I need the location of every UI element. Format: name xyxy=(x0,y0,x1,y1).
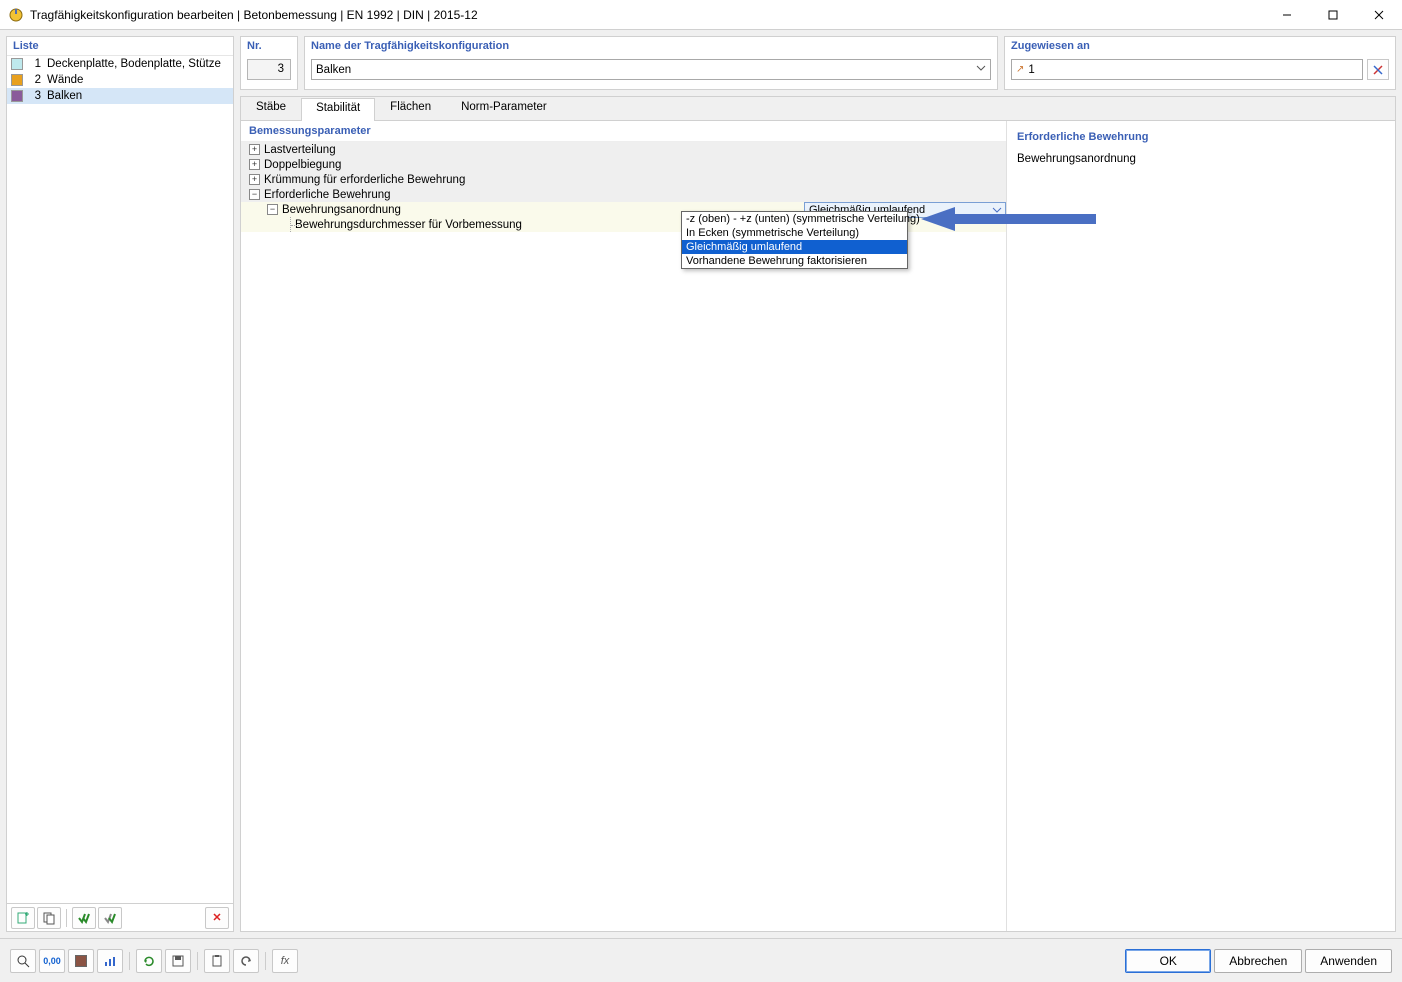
app-icon xyxy=(8,7,24,23)
list-body: 1 Deckenplatte, Bodenplatte, Stütze 2 Wä… xyxy=(7,56,233,903)
dropdown-popup[interactable]: -z (oben) - +z (unten) (symmetrische Ver… xyxy=(681,211,908,269)
list-item-label: Wände xyxy=(47,74,83,86)
body-area: Liste 1 Deckenplatte, Bodenplatte, Stütz… xyxy=(0,30,1402,938)
member-icon: ↗ xyxy=(1016,64,1024,75)
color-swatch-button[interactable] xyxy=(68,949,94,973)
side-header: Erforderliche Bewehrung xyxy=(1017,127,1385,147)
color-swatch xyxy=(11,90,23,102)
list-item-num: 2 xyxy=(27,74,41,86)
save-button[interactable] xyxy=(165,949,191,973)
copy-button[interactable] xyxy=(37,907,61,929)
tree-label: Krümmung für erforderliche Bewehrung xyxy=(264,174,465,186)
left-panel: Liste 1 Deckenplatte, Bodenplatte, Stütz… xyxy=(6,36,234,932)
side-text: Bewehrungsanordnung xyxy=(1017,147,1385,171)
tree-label: Lastverteilung xyxy=(264,144,336,156)
name-combo[interactable]: Balken xyxy=(311,59,991,80)
minimize-button[interactable] xyxy=(1264,0,1310,30)
list-item[interactable]: 1 Deckenplatte, Bodenplatte, Stütze xyxy=(7,56,233,72)
main-box: StäbeStabilitätFlächenNorm-Parameter Bem… xyxy=(240,96,1396,932)
tree-row[interactable]: −Erforderliche Bewehrung xyxy=(241,187,1006,202)
dropdown-item[interactable]: In Ecken (symmetrische Verteilung) xyxy=(682,226,907,240)
dropdown-item[interactable]: Vorhandene Bewehrung faktorisieren xyxy=(682,254,907,268)
top-row: Nr. 3 Name der Tragfähigkeitskonfigurati… xyxy=(240,36,1396,90)
tree-row[interactable]: + Doppelbiegung xyxy=(241,157,1006,172)
tabs: StäbeStabilitätFlächenNorm-Parameter xyxy=(241,97,1395,121)
tree-row[interactable]: + Lastverteilung xyxy=(241,142,1006,157)
tree-toggle[interactable]: − xyxy=(267,204,278,215)
tree-toggle[interactable]: + xyxy=(249,159,260,170)
name-box: Name der Tragfähigkeitskonfiguration Bal… xyxy=(304,36,998,90)
window-buttons xyxy=(1264,0,1402,30)
close-button[interactable] xyxy=(1356,0,1402,30)
list-item-label: Balken xyxy=(47,90,82,102)
color-swatch xyxy=(11,58,23,70)
function-button[interactable]: fx xyxy=(272,949,298,973)
chevron-down-icon xyxy=(976,63,986,76)
color-swatch xyxy=(11,74,23,86)
tree-label: Erforderliche Bewehrung xyxy=(264,189,391,201)
tab-flächen[interactable]: Flächen xyxy=(375,97,446,120)
assign-label: Zugewiesen an xyxy=(1005,37,1395,52)
tree-label: Bewehrungsdurchmesser für Vorbemessung xyxy=(295,219,522,231)
tab-stabilität[interactable]: Stabilität xyxy=(301,98,375,121)
name-label: Name der Tragfähigkeitskonfiguration xyxy=(305,37,997,52)
cancel-button[interactable]: Abbrechen xyxy=(1214,949,1302,973)
params-header: Bemessungsparameter xyxy=(241,121,1006,142)
tree-toggle[interactable]: − xyxy=(249,189,260,200)
pick-button[interactable] xyxy=(1367,59,1389,80)
titlebar: Tragfähigkeitskonfiguration bearbeiten |… xyxy=(0,0,1402,30)
new-button[interactable] xyxy=(11,907,35,929)
right-panel: Nr. 3 Name der Tragfähigkeitskonfigurati… xyxy=(240,36,1396,932)
assign-box: Zugewiesen an ↗ 1 xyxy=(1004,36,1396,90)
list-header: Liste xyxy=(7,37,233,56)
params-column: Bemessungsparameter + Lastverteilung + Dopp… xyxy=(241,121,1007,931)
list-item-label: Deckenplatte, Bodenplatte, Stütze xyxy=(47,58,221,70)
assign-value: 1 xyxy=(1028,64,1034,76)
clipboard-button[interactable] xyxy=(204,949,230,973)
window-title: Tragfähigkeitskonfiguration bearbeiten |… xyxy=(30,8,478,22)
tree-toggle[interactable]: + xyxy=(249,174,260,185)
name-combo-value: Balken xyxy=(316,64,351,76)
refresh-button[interactable] xyxy=(136,949,162,973)
maximize-button[interactable] xyxy=(1310,0,1356,30)
list-item[interactable]: 3 Balken xyxy=(7,88,233,104)
tab-stäbe[interactable]: Stäbe xyxy=(241,97,301,120)
check-gray-button[interactable] xyxy=(98,907,122,929)
delete-button[interactable]: ✕ xyxy=(205,907,229,929)
nr-field[interactable]: 3 xyxy=(247,59,291,80)
bottom-bar: 0,00 fx OK Abbrechen Anwenden xyxy=(0,938,1402,982)
nr-label: Nr. xyxy=(241,37,297,52)
ok-button[interactable]: OK xyxy=(1125,949,1211,973)
left-toolbar: ✕ xyxy=(7,903,233,931)
units-button[interactable]: 0,00 xyxy=(39,949,65,973)
tab-norm-parameter[interactable]: Norm-Parameter xyxy=(446,97,562,120)
graph-button[interactable] xyxy=(97,949,123,973)
tree-label: Bewehrungsanordnung xyxy=(282,204,401,216)
arrow-annotation xyxy=(921,205,1101,233)
tree-connector xyxy=(290,217,291,232)
nr-box: Nr. 3 xyxy=(240,36,298,90)
tree-toggle[interactable]: + xyxy=(249,144,260,155)
dropdown-item[interactable]: Gleichmäßig umlaufend xyxy=(682,240,907,254)
tree-row[interactable]: + Krümmung für erforderliche Bewehrung xyxy=(241,172,1006,187)
assign-field[interactable]: ↗ 1 xyxy=(1011,59,1363,80)
main-content: Bemessungsparameter + Lastverteilung + Dopp… xyxy=(241,121,1395,931)
list-item-num: 3 xyxy=(27,90,41,102)
apply-button[interactable]: Anwenden xyxy=(1305,949,1392,973)
tree-label: Doppelbiegung xyxy=(264,159,341,171)
undo-button[interactable] xyxy=(233,949,259,973)
dropdown-item[interactable]: -z (oben) - +z (unten) (symmetrische Ver… xyxy=(682,212,907,226)
side-column: Erforderliche Bewehrung Bewehrungsanordn… xyxy=(1007,121,1395,931)
list-item[interactable]: 2 Wände xyxy=(7,72,233,88)
search-icon[interactable] xyxy=(10,949,36,973)
list-item-num: 1 xyxy=(27,58,41,70)
check-green-button[interactable] xyxy=(72,907,96,929)
